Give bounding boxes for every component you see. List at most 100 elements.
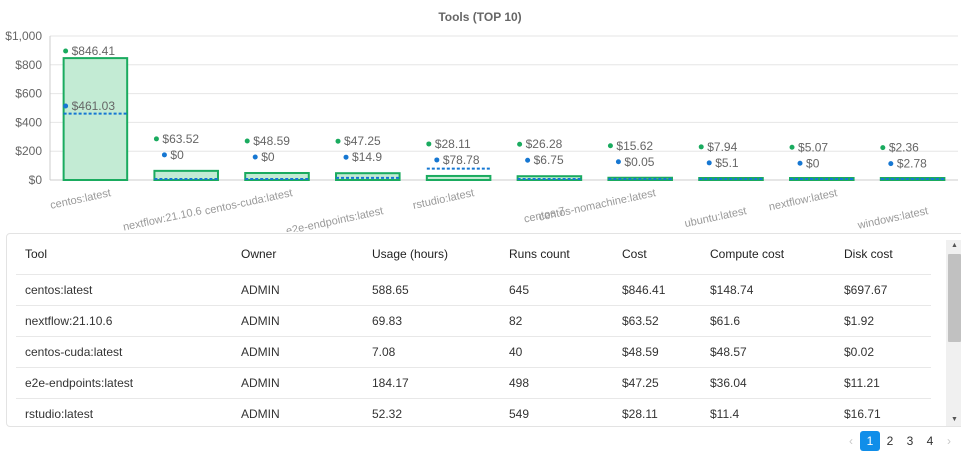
cell-owner: ADMIN <box>232 398 363 426</box>
table-row[interactable]: e2e-endpoints:latest ADMIN 184.17 498 $47.25… <box>16 367 931 399</box>
x-tick-label: e2e-endpoints:latest <box>285 205 384 232</box>
y-tick-label: $1,000 <box>5 29 42 43</box>
compute-marker <box>252 154 258 160</box>
cell-runs-count: 645 <box>500 274 613 306</box>
cell-compute-cost: $61.6 <box>701 305 835 337</box>
compute-marker <box>706 160 712 166</box>
cell-runs-count: 498 <box>500 367 613 399</box>
cost-marker <box>63 48 69 54</box>
cell-usage: 7.08 <box>363 336 500 368</box>
compute-marker <box>161 152 167 158</box>
cell-disk-cost: $1.92 <box>835 305 931 337</box>
cell-usage: 52.32 <box>363 398 500 426</box>
compute-data-label: $78.78 <box>443 153 480 167</box>
header-cost[interactable]: Cost <box>613 234 701 275</box>
table-row[interactable]: centos:latest ADMIN 588.65 645 $846.41 $148.7… <box>16 274 931 306</box>
x-tick-label: windows:latest <box>856 205 929 232</box>
compute-data-label: $0.05 <box>624 155 654 169</box>
y-tick-label: $0 <box>29 173 43 187</box>
cell-compute-cost: $48.57 <box>701 336 835 368</box>
compute-marker <box>888 161 894 167</box>
cost-marker <box>698 144 704 150</box>
tools-chart: Tools (TOP 10) $0 $200 $400 $600 $800 $1,000 … <box>0 0 961 232</box>
x-tick-label: centos-cuda:latest <box>204 187 294 217</box>
page-4[interactable]: 4 <box>920 431 940 451</box>
cell-cost: $48.59 <box>613 336 701 368</box>
cell-cost: $63.52 <box>613 305 701 337</box>
cell-usage: 184.17 <box>363 367 500 399</box>
prev-page-icon[interactable]: ‹ <box>842 434 860 448</box>
page-3[interactable]: 3 <box>900 431 920 451</box>
x-tick-label: nextflow:latest <box>768 187 839 213</box>
cost-data-label: $846.41 <box>72 44 116 58</box>
compute-data-label: $14.9 <box>352 150 382 164</box>
cell-owner: ADMIN <box>232 274 363 306</box>
cost-data-label: $48.59 <box>253 134 290 148</box>
compute-data-label: $0 <box>806 156 820 170</box>
header-usage[interactable]: Usage (hours) <box>363 234 500 275</box>
header-runs-count[interactable]: Runs count <box>500 234 613 275</box>
page-1[interactable]: 1 <box>860 431 880 451</box>
page-2[interactable]: 2 <box>880 431 900 451</box>
cell-owner: ADMIN <box>232 305 363 337</box>
cost-marker <box>244 138 250 144</box>
x-tick-label: nextflow:21.10.6 <box>122 205 203 232</box>
cell-usage: 588.65 <box>363 274 500 306</box>
header-owner[interactable]: Owner <box>232 234 363 275</box>
scroll-down-icon[interactable]: ▼ <box>946 414 961 426</box>
compute-data-label: $0 <box>170 148 184 162</box>
compute-data-label: $0 <box>261 150 275 164</box>
cell-disk-cost: $16.71 <box>835 398 931 426</box>
table-row[interactable]: rstudio:latest ADMIN 52.32 549 $28.11 $11.4 $1… <box>16 398 931 426</box>
cell-cost: $28.11 <box>613 398 701 426</box>
compute-marker <box>797 160 803 166</box>
cell-compute-cost: $36.04 <box>701 367 835 399</box>
compute-marker <box>525 157 531 163</box>
compute-marker <box>63 103 69 109</box>
cell-runs-count: 82 <box>500 305 613 337</box>
scroll-up-icon[interactable]: ▲ <box>946 240 961 252</box>
cell-owner: ADMIN <box>232 367 363 399</box>
cost-bar[interactable] <box>62 57 129 181</box>
cost-data-label: $2.36 <box>889 141 919 155</box>
tools-table-panel: Tool Owner Usage (hours) Runs count Cost… <box>6 233 961 427</box>
table-row[interactable]: centos-cuda:latest ADMIN 7.08 40 $48.59 $48.5… <box>16 336 931 368</box>
cost-data-label: $15.62 <box>616 139 653 153</box>
cell-disk-cost: $697.67 <box>835 274 931 306</box>
table-row[interactable]: nextflow:21.10.6 ADMIN 69.83 82 $63.52 $61.6 $… <box>16 305 931 337</box>
cell-cost: $846.41 <box>613 274 701 306</box>
cell-disk-cost: $0.02 <box>835 336 931 368</box>
cell-tool: nextflow:21.10.6 <box>16 305 232 337</box>
header-disk-cost[interactable]: Disk cost <box>835 234 931 275</box>
cost-data-label: $28.11 <box>435 137 471 151</box>
next-page-icon[interactable]: › <box>940 434 958 448</box>
table-scrollbar[interactable]: ▲ ▼ <box>946 240 961 426</box>
cell-compute-cost: $148.74 <box>701 274 835 306</box>
cell-disk-cost: $11.21 <box>835 367 931 399</box>
cell-usage: 69.83 <box>363 305 500 337</box>
cost-marker <box>789 144 795 150</box>
y-tick-label: $800 <box>15 58 42 72</box>
header-compute-cost[interactable]: Compute cost <box>701 234 835 275</box>
compute-data-label: $461.03 <box>72 99 116 113</box>
cell-tool: e2e-endpoints:latest <box>16 367 232 399</box>
cost-bar[interactable] <box>425 174 492 182</box>
tools-bar-chart: Tools (TOP 10) $0$200$400$600$800$1,000 … <box>5 10 958 232</box>
y-tick-label: $200 <box>15 144 42 158</box>
cost-bar[interactable] <box>335 172 401 181</box>
cost-data-label: $7.94 <box>707 140 737 154</box>
cost-data-label: $26.28 <box>526 137 563 151</box>
cell-cost: $47.25 <box>613 367 701 399</box>
cell-runs-count: 549 <box>500 398 613 426</box>
scrollbar-thumb[interactable] <box>948 254 961 342</box>
cell-runs-count: 40 <box>500 336 613 368</box>
cost-marker <box>153 136 159 142</box>
cost-data-label: $5.07 <box>798 140 828 154</box>
y-tick-label: $600 <box>15 87 42 101</box>
compute-data-label: $6.75 <box>534 153 564 167</box>
cost-marker <box>517 141 523 147</box>
compute-data-label: $2.78 <box>897 157 927 171</box>
header-tool[interactable]: Tool <box>16 234 232 275</box>
cell-tool: centos:latest <box>16 274 232 306</box>
x-tick-label: centos-nomachine:latest <box>538 187 657 224</box>
